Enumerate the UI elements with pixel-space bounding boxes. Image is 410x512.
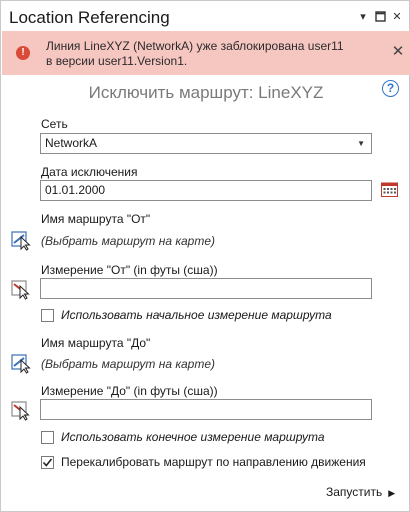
chevron-down-icon: ▼ — [357, 139, 365, 148]
network-value: NetworkA — [45, 136, 98, 150]
select-route-icon[interactable] — [11, 229, 33, 251]
to-route-hint: (Выбрать маршрут на карте) — [41, 357, 215, 371]
play-icon: ▶ — [388, 488, 396, 498]
pane-title-bar: Location Referencing ▾ ✕ — [1, 1, 409, 35]
banner-message-line1: Линия LineXYZ (NetworkA) уже заблокирова… — [46, 39, 344, 53]
error-icon: ! — [16, 46, 30, 60]
calendar-icon[interactable] — [381, 182, 398, 197]
close-icon[interactable]: ✕ — [391, 11, 403, 23]
banner-message-line2: в версии user11.Version1. — [46, 54, 188, 68]
error-banner: ! Линия LineXYZ (NetworkA) уже заблокиро… — [2, 31, 410, 75]
close-icon[interactable]: ✕ — [391, 44, 405, 59]
network-label: Сеть — [41, 117, 68, 131]
from-measure-input[interactable] — [40, 278, 372, 299]
from-route-hint: (Выбрать маршрут на карте) — [41, 234, 215, 248]
retire-date-label: Дата исключения — [41, 165, 138, 179]
use-end-measure-checkbox[interactable] — [41, 431, 54, 444]
select-route-icon[interactable] — [11, 352, 33, 374]
select-measure-icon[interactable] — [11, 278, 33, 300]
use-start-measure-label: Использовать начальное измерение маршрут… — [61, 308, 332, 322]
chevron-down-icon[interactable]: ▾ — [357, 11, 369, 23]
use-start-measure-checkbox[interactable] — [41, 309, 54, 322]
recalibrate-checkbox[interactable] — [41, 456, 54, 469]
from-route-label: Имя маршрута "От" — [41, 212, 151, 226]
to-measure-label: Измерение "До" (in футы (сша)) — [41, 384, 218, 398]
use-end-measure-label: Использовать конечное измерение маршрута — [61, 430, 325, 444]
network-dropdown[interactable]: NetworkA ▼ — [40, 133, 372, 154]
run-button[interactable]: Запустить ▶ — [326, 485, 395, 499]
retire-date-input[interactable]: 01.01.2000 — [40, 180, 372, 201]
select-measure-icon[interactable] — [11, 399, 33, 421]
from-measure-label: Измерение "От" (in футы (сша)) — [41, 263, 218, 277]
help-icon[interactable]: ? — [382, 80, 399, 97]
pane-title: Location Referencing — [9, 8, 170, 27]
location-referencing-pane: Location Referencing ▾ ✕ ! Линия LineXYZ… — [0, 0, 410, 512]
recalibrate-label: Перекалибровать маршрут по направлению д… — [61, 455, 366, 469]
tool-title: Исключить маршрут: LineXYZ — [88, 83, 324, 102]
checkmark-icon — [42, 458, 53, 467]
to-route-label: Имя маршрута "До" — [41, 336, 151, 350]
run-label: Запустить — [326, 485, 383, 499]
to-measure-input[interactable] — [40, 399, 372, 420]
retire-date-value: 01.01.2000 — [45, 183, 106, 197]
maximize-icon[interactable] — [374, 11, 386, 23]
